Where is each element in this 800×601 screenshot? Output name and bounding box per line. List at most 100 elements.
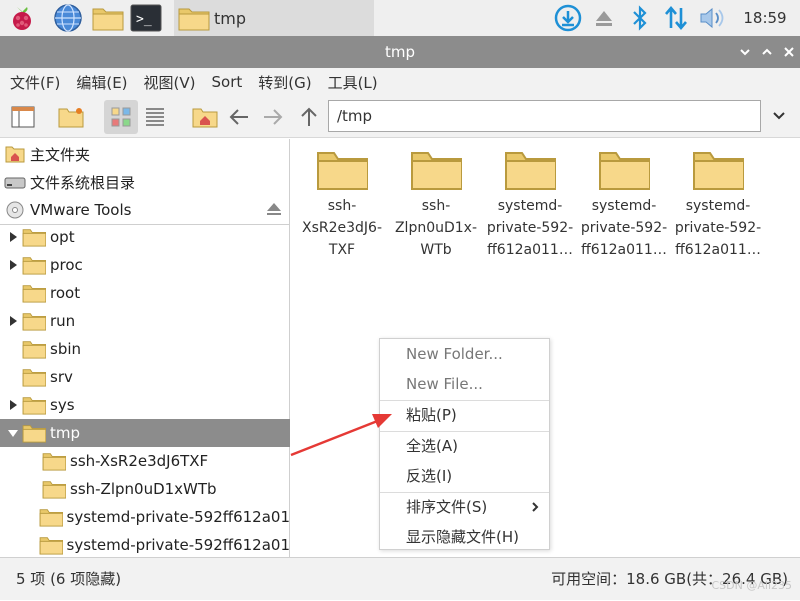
path-input[interactable]: /tmp bbox=[328, 100, 761, 132]
chevron-down-icon[interactable] bbox=[764, 100, 794, 132]
folder-icon bbox=[39, 535, 63, 555]
folder-icon bbox=[39, 507, 63, 527]
window-title: tmp bbox=[0, 36, 800, 68]
file-manager-icon[interactable] bbox=[90, 2, 126, 34]
folder-icon bbox=[389, 147, 483, 191]
side-pane-icon[interactable] bbox=[6, 100, 40, 134]
folder-icon bbox=[577, 147, 671, 191]
status-bar: 5 项 (6 项隐藏) 可用空间：18.6 GB(共：26.4 GB) bbox=[0, 557, 800, 600]
tree-item-label: ssh-Zlpn0uD1xWTb bbox=[70, 480, 217, 498]
file-name-line: ff612a011… bbox=[671, 239, 765, 261]
forward-arrow-icon[interactable] bbox=[256, 100, 290, 134]
file-item[interactable]: systemd-private-592-ff612a011… bbox=[671, 147, 765, 261]
menu-new-file[interactable]: New File... bbox=[380, 369, 549, 399]
places-list: 主文件夹 文件系统根目录 VMware Tools bbox=[0, 139, 290, 225]
collapse-arrow-icon[interactable] bbox=[4, 391, 22, 419]
tree-item-label: root bbox=[50, 284, 80, 302]
file-item[interactable]: systemd-private-592-ff612a011… bbox=[577, 147, 671, 261]
folder-icon bbox=[483, 147, 577, 191]
terminal-icon[interactable]: >_ bbox=[128, 2, 164, 34]
tree-item-label: sys bbox=[50, 396, 75, 414]
menu-invert-selection[interactable]: 反选(I) bbox=[380, 461, 549, 491]
tree-item-label: systemd-private-592ff612a01 bbox=[67, 508, 290, 526]
folder-icon bbox=[22, 339, 46, 359]
tree-item[interactable]: sbin bbox=[0, 335, 290, 363]
new-folder-icon[interactable] bbox=[54, 100, 88, 134]
list-view-icon[interactable] bbox=[138, 100, 172, 134]
tree-item[interactable]: ssh-Zlpn0uD1xWTb bbox=[0, 475, 290, 503]
menu-sort[interactable]: Sort bbox=[212, 73, 243, 91]
place-home-label: 主文件夹 bbox=[30, 144, 90, 165]
menu-edit[interactable]: 编辑(E) bbox=[76, 72, 127, 93]
eject-icon[interactable] bbox=[586, 0, 622, 36]
file-name-line: private-592- bbox=[483, 217, 577, 239]
place-vmware-tools[interactable]: VMware Tools bbox=[4, 197, 131, 223]
volume-icon[interactable] bbox=[694, 0, 730, 36]
file-item[interactable]: systemd-private-592-ff612a011… bbox=[483, 147, 577, 261]
chevron-right-icon bbox=[531, 492, 539, 522]
tree-item-label: run bbox=[50, 312, 75, 330]
tree-item[interactable]: ssh-XsR2e3dJ6TXF bbox=[0, 447, 290, 475]
tree-item-label: sbin bbox=[50, 340, 81, 358]
file-name-line: systemd- bbox=[483, 195, 577, 217]
network-transfer-icon[interactable] bbox=[658, 0, 694, 36]
bluetooth-icon[interactable] bbox=[622, 0, 658, 36]
tree-item[interactable]: sys bbox=[0, 391, 290, 419]
browser-globe-icon[interactable] bbox=[50, 2, 86, 34]
file-item[interactable]: ssh-Zlpn0uD1x-WTb bbox=[389, 147, 483, 261]
minimize-button[interactable] bbox=[734, 36, 756, 68]
tree-item[interactable]: srv bbox=[0, 363, 290, 391]
menu-new-folder[interactable]: New Folder... bbox=[380, 339, 549, 369]
menu-sort-files[interactable]: 排序文件(S) bbox=[380, 492, 549, 522]
close-button[interactable] bbox=[778, 36, 800, 68]
collapse-arrow-icon[interactable] bbox=[4, 307, 22, 335]
menu-go[interactable]: 转到(G) bbox=[258, 72, 311, 93]
menu-tools[interactable]: 工具(L) bbox=[328, 72, 378, 93]
menu-view[interactable]: 视图(V) bbox=[144, 72, 196, 93]
tree-item[interactable]: root bbox=[0, 279, 290, 307]
up-arrow-icon[interactable] bbox=[292, 100, 326, 134]
menu-show-hidden[interactable]: 显示隐藏文件(H) bbox=[380, 522, 549, 552]
taskbar: >_ tmp bbox=[0, 0, 800, 36]
raspberry-menu-icon[interactable] bbox=[4, 2, 40, 34]
file-name-line: private-592- bbox=[671, 217, 765, 239]
place-filesystem-root[interactable]: 文件系统根目录 bbox=[4, 169, 135, 195]
file-name-line: ff612a011… bbox=[577, 239, 671, 261]
folder-icon bbox=[22, 395, 46, 415]
tree-item-label: opt bbox=[50, 229, 75, 246]
folder-icon bbox=[22, 311, 46, 331]
back-arrow-icon[interactable] bbox=[222, 100, 256, 134]
tree-item-label: proc bbox=[50, 256, 83, 274]
menu-paste[interactable]: 粘贴(P) bbox=[380, 400, 549, 430]
folder-icon bbox=[42, 451, 66, 471]
menu-file[interactable]: 文件(F) bbox=[10, 72, 60, 93]
directory-tree[interactable]: opt proc root run sbin srv sys tmpssh-XsR2e3dJ6… bbox=[0, 229, 290, 557]
home-icon[interactable] bbox=[188, 100, 222, 134]
tree-item[interactable]: proc bbox=[0, 251, 290, 279]
eject-icon[interactable] bbox=[266, 201, 282, 220]
collapse-arrow-icon[interactable] bbox=[4, 251, 22, 279]
clock[interactable]: 18:59 bbox=[730, 9, 800, 27]
file-name-line: systemd- bbox=[577, 195, 671, 217]
item-count: 5 项 (6 项隐藏) bbox=[16, 558, 121, 601]
watermark: CSDN @Ali235 bbox=[712, 579, 793, 592]
download-icon[interactable] bbox=[550, 0, 586, 36]
tree-item[interactable]: systemd-private-592ff612a01 bbox=[0, 531, 290, 557]
window-titlebar[interactable]: tmp bbox=[0, 36, 800, 68]
file-item[interactable]: ssh-XsR2e3dJ6-TXF bbox=[295, 147, 389, 261]
expand-arrow-icon[interactable] bbox=[4, 419, 22, 447]
home-icon bbox=[4, 144, 26, 164]
icon-view-icon[interactable] bbox=[104, 100, 138, 134]
tree-item[interactable]: run bbox=[0, 307, 290, 335]
taskbar-window-tmp[interactable]: tmp bbox=[174, 0, 374, 36]
place-filesystem-label: 文件系统根目录 bbox=[30, 172, 135, 193]
tree-item[interactable]: opt bbox=[0, 229, 290, 251]
tree-item[interactable]: tmp bbox=[0, 419, 290, 447]
place-home[interactable]: 主文件夹 bbox=[4, 141, 90, 167]
folder-icon bbox=[178, 5, 210, 31]
collapse-arrow-icon[interactable] bbox=[4, 229, 22, 251]
maximize-button[interactable] bbox=[756, 36, 778, 68]
tree-item[interactable]: systemd-private-592ff612a01 bbox=[0, 503, 290, 531]
menu-select-all[interactable]: 全选(A) bbox=[380, 431, 549, 461]
collapse-arrow-icon bbox=[4, 279, 22, 307]
